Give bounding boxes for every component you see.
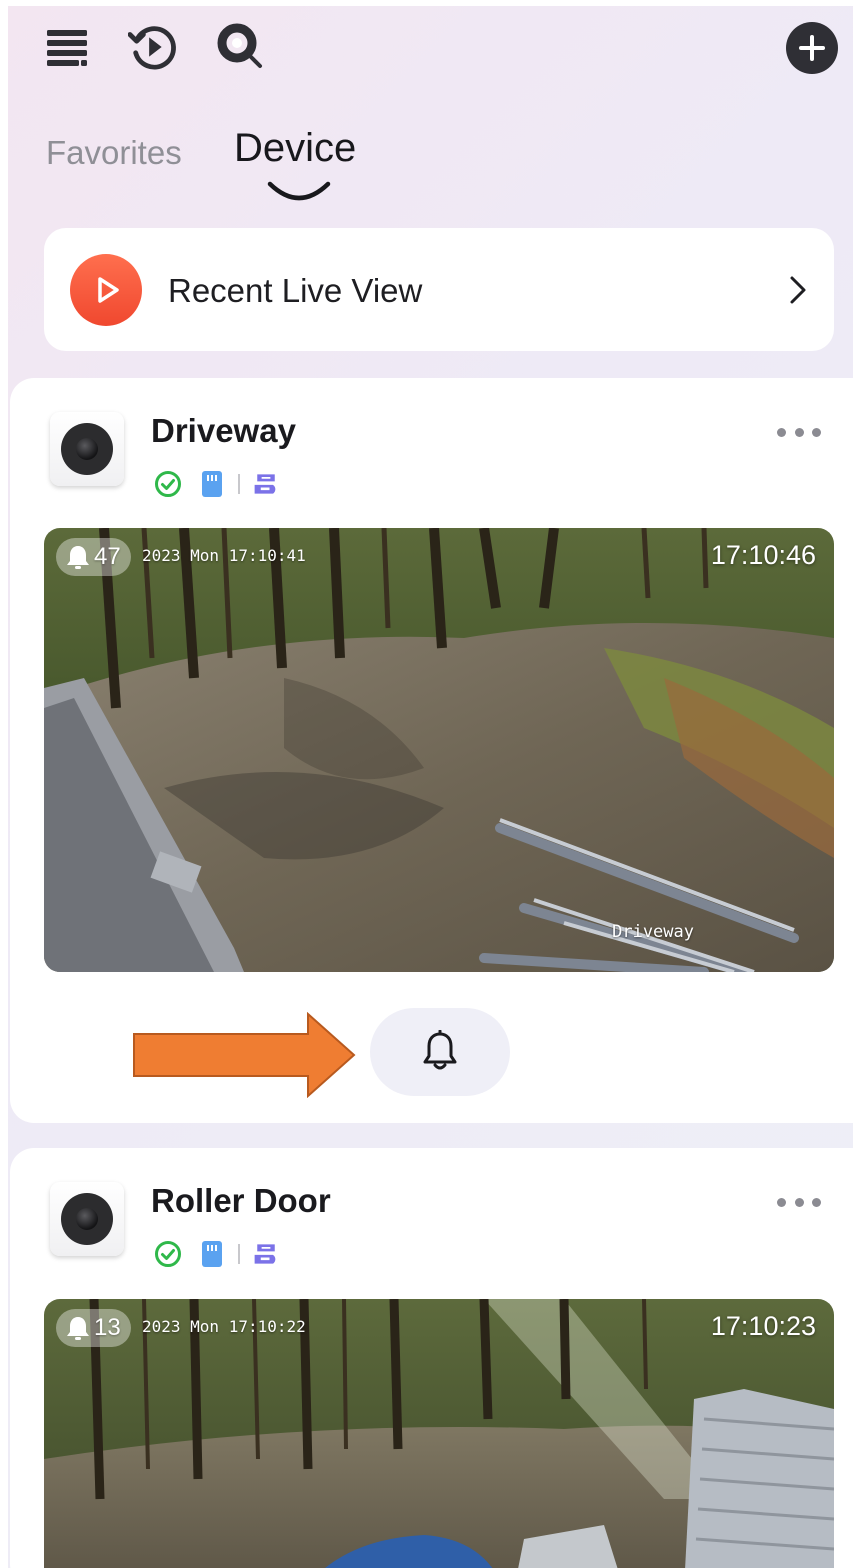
menu-icon[interactable] xyxy=(42,22,92,72)
recent-live-view-card[interactable]: Recent Live View xyxy=(44,228,834,351)
osd-timestamp: 2023 Mon 17:10:22 xyxy=(142,1317,306,1336)
feed-time: 17:10:23 xyxy=(710,1311,816,1341)
sd-card-icon xyxy=(198,1240,226,1268)
cloud-storage-icon xyxy=(252,470,280,498)
camera-feed-image xyxy=(44,528,834,972)
alert-badge[interactable]: 13 xyxy=(56,1309,131,1347)
chevron-right-icon xyxy=(790,276,806,304)
status-divider xyxy=(238,1244,240,1264)
bell-icon xyxy=(67,546,89,569)
status-row xyxy=(154,470,280,498)
online-check-icon xyxy=(154,1240,182,1268)
device-name[interactable]: Driveway xyxy=(151,412,296,450)
left-edge xyxy=(0,0,8,1568)
device-card-roller-door: Roller Door 13 2023 Mon 17:10:22 17:10:2… xyxy=(10,1148,853,1568)
status-row xyxy=(154,1240,280,1268)
alert-count: 47 xyxy=(94,543,121,570)
play-icon xyxy=(70,254,142,326)
camera-lens-icon xyxy=(61,1193,113,1245)
recent-live-view-label: Recent Live View xyxy=(168,272,423,309)
feed-time: 17:10:46 xyxy=(710,540,816,570)
bell-icon xyxy=(67,1317,89,1340)
bell-icon xyxy=(423,1030,457,1070)
sd-card-icon xyxy=(198,470,226,498)
online-check-icon xyxy=(154,470,182,498)
search-icon[interactable] xyxy=(216,22,266,72)
tab-favorites[interactable]: Favorites xyxy=(46,134,182,172)
camera-lens-icon xyxy=(61,423,113,475)
camera-thumbnail xyxy=(50,412,124,486)
notification-bell-button[interactable] xyxy=(370,1008,510,1096)
more-icon[interactable] xyxy=(777,1192,821,1212)
more-icon[interactable] xyxy=(777,422,821,442)
alert-badge[interactable]: 47 xyxy=(56,538,131,576)
osd-camera-name: Driveway xyxy=(612,922,694,942)
camera-feed[interactable]: 47 2023 Mon 17:10:41 17:10:46 Driveway xyxy=(44,528,834,972)
camera-feed[interactable]: 13 2023 Mon 17:10:22 17:10:23 xyxy=(44,1299,834,1568)
osd-timestamp: 2023 Mon 17:10:41 xyxy=(142,546,306,565)
alert-count: 13 xyxy=(94,1314,121,1341)
cloud-storage-icon xyxy=(252,1240,280,1268)
annotation-arrow xyxy=(133,1012,356,1098)
tab-device[interactable]: Device xyxy=(234,126,356,171)
device-name[interactable]: Roller Door xyxy=(151,1182,331,1220)
camera-thumbnail xyxy=(50,1182,124,1256)
status-divider xyxy=(238,474,240,494)
add-icon[interactable] xyxy=(786,22,838,74)
playback-history-icon[interactable] xyxy=(128,22,178,72)
active-tab-indicator xyxy=(267,181,331,201)
top-toolbar xyxy=(0,0,853,100)
